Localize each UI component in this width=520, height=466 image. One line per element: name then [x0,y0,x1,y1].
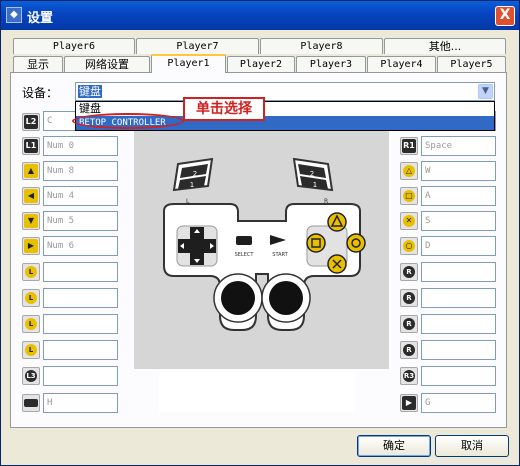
device-select[interactable]: 键盘 ▼ [75,82,495,101]
select-icon [22,394,40,412]
r1-icon: R1 [400,137,418,155]
binding-r3-field[interactable] [421,366,496,386]
binding-l3-field[interactable] [43,366,118,386]
binding-ls-right-field[interactable] [43,340,118,360]
close-button[interactable]: X [495,6,515,26]
window-title: 设置 [27,11,54,26]
gamepad-select-button [236,236,252,245]
binding-rs-up-field[interactable] [421,262,496,282]
binding-down-field[interactable]: Num 5 [43,211,118,231]
binding-rs-left-field[interactable] [421,340,496,360]
gamepad-r1-label: 1 [313,181,317,189]
binding-left-field[interactable]: Num 4 [43,186,118,206]
binding-right-field[interactable]: Num 6 [43,236,118,256]
dpad-down-icon: ▼ [22,212,40,230]
cancel-button[interactable]: 取消 [435,435,509,457]
binding-ls-up-field[interactable] [43,262,118,282]
gamepad-dpad [176,225,218,267]
start-icon: ▶ [400,394,418,412]
device-selected-value: 键盘 [78,85,102,98]
annotation-callout: 单击选择 [183,97,265,121]
binding-ls-down-field[interactable] [43,314,118,334]
binding-triangle-field[interactable]: W [421,161,496,181]
left-stick-left-icon: L [22,289,40,307]
binding-l1-field[interactable]: Num 0 [43,136,118,156]
chevron-down-icon[interactable]: ▼ [478,84,493,99]
l3-icon: L3 [22,367,40,385]
tab-player4[interactable]: Player4 [367,56,436,72]
binding-rs-down-field[interactable] [421,314,496,334]
binding-start-field[interactable]: G [421,393,496,413]
right-stick-right-icon: R [400,289,418,307]
binding-rs-right-field[interactable] [421,288,496,308]
title-bar[interactable]: ◆ 设置 X [1,1,519,30]
dpad-left-icon: ◀ [22,187,40,205]
left-stick-up-icon: L [22,263,40,281]
tab-player8[interactable]: Player8 [260,38,383,54]
gamepad-illustration: 2 1 2 1 L R SELECT START [163,157,366,331]
gamepad-r2-label: 2 [310,170,314,178]
left-stick-right-icon: L [22,341,40,359]
left-stick-down-icon: L [22,315,40,333]
tab-player7[interactable]: Player7 [136,38,259,54]
cross-icon: ✕ [400,212,418,230]
dpad-right-icon: ▶ [22,237,40,255]
triangle-icon: △ [400,162,418,180]
binding-square-field[interactable]: A [421,186,496,206]
tab-player3[interactable]: Player3 [296,56,366,72]
tab-display[interactable]: 显示 [13,56,63,72]
preview-caption-area [159,373,355,412]
square-icon: □ [400,187,418,205]
l1-icon: L1 [22,137,40,155]
right-stick-left-icon: R [400,341,418,359]
r3-icon: R3 [400,367,418,385]
right-stick-up-icon: R [400,263,418,281]
app-icon: ◆ [6,7,22,23]
binding-up-field[interactable]: Num 8 [43,161,118,181]
tab-player2[interactable]: Player2 [227,56,295,72]
annotation-oval [72,113,184,129]
binding-r1-field[interactable]: Space [421,136,496,156]
binding-circle-field[interactable]: D [421,236,496,256]
binding-cross-field[interactable]: S [421,211,496,231]
gamepad-start-label: START [272,252,288,258]
binding-select-field[interactable]: H [43,393,118,413]
device-label: 设备： [22,86,59,100]
tab-other[interactable]: 其他... [384,38,506,54]
binding-ls-left-field[interactable] [43,288,118,308]
dpad-up-icon: ▲ [22,162,40,180]
ok-button[interactable]: 确定 [357,435,431,457]
gamepad-l1-label: 1 [190,181,194,189]
circle-icon: ○ [400,237,418,255]
gamepad-preview: 2 1 2 1 L R SELECT START [134,126,389,369]
tab-player1[interactable]: Player1 [151,54,226,73]
l2-icon: L2 [22,113,40,131]
gamepad-select-label: SELECT [235,252,255,258]
tab-player5[interactable]: Player5 [437,56,506,72]
tab-player6[interactable]: Player6 [13,38,135,54]
gamepad-l2-label: 2 [193,170,197,178]
right-stick-down-icon: R [400,315,418,333]
tab-network[interactable]: 网络设置 [64,56,150,72]
